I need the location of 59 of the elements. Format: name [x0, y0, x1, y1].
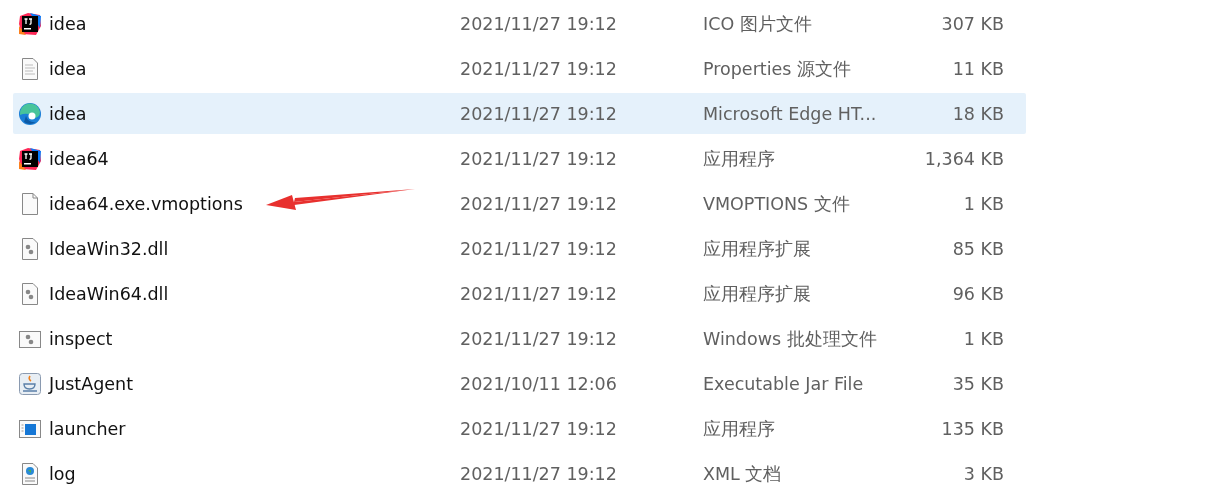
modified-date: 2021/11/27 19:12 [460, 148, 617, 169]
file-name: log [49, 463, 76, 484]
file-row[interactable]: IdeaWin64.dll 2021/11/27 19:12 应用程序扩展 96 KB [13, 273, 1026, 314]
file-row[interactable]: log 2021/11/27 19:12 XML 文档 3 KB [13, 453, 1026, 494]
file-size: 3 KB [963, 463, 1004, 484]
file-row[interactable]: idea 2021/11/27 19:12 Microsoft Edge HT... 18 KB [13, 93, 1026, 134]
file-size: 1,364 KB [924, 148, 1004, 169]
file-type: Windows 批处理文件 [703, 327, 877, 351]
intellij-icon [18, 11, 42, 36]
file-name: idea [49, 58, 87, 79]
modified-date: 2021/11/27 19:12 [460, 418, 617, 439]
file-name: idea64.exe.vmoptions [49, 193, 243, 214]
file-row[interactable]: JustAgent 2021/10/11 12:06 Executable Jar File 35 KB [13, 363, 1026, 404]
file-size: 1 KB [963, 328, 1004, 349]
file-row[interactable]: idea64.exe.vmoptions 2021/11/27 19:12 VMOPTIONS 文件 1 KB [13, 183, 1026, 224]
modified-date: 2021/11/27 19:12 [460, 238, 617, 259]
java-cup-icon [18, 371, 42, 396]
modified-date: 2021/11/27 19:12 [460, 58, 617, 79]
modified-date: 2021/11/27 19:12 [460, 193, 617, 214]
file-type: XML 文档 [703, 462, 782, 486]
file-name: IdeaWin32.dll [49, 238, 169, 259]
file-type: 应用程序 [703, 417, 775, 441]
file-name: launcher [49, 418, 126, 439]
file-type: 应用程序扩展 [703, 282, 811, 306]
file-name: idea [49, 13, 87, 34]
file-size: 135 KB [941, 418, 1004, 439]
file-type: ICO 图片文件 [703, 12, 812, 36]
file-row[interactable]: idea64 2021/11/27 19:12 应用程序 1,364 KB [13, 138, 1026, 179]
modified-date: 2021/11/27 19:12 [460, 13, 617, 34]
file-size: 35 KB [952, 373, 1004, 394]
file-row[interactable]: IdeaWin32.dll 2021/11/27 19:12 应用程序扩展 85 KB [13, 228, 1026, 269]
modified-date: 2021/11/27 19:12 [460, 328, 617, 349]
file-row[interactable]: idea 2021/11/27 19:12 Properties 源文件 11 KB [13, 48, 1026, 89]
file-size: 85 KB [952, 238, 1004, 259]
modified-date: 2021/11/27 19:12 [460, 103, 617, 124]
edge-browser-icon [18, 101, 42, 126]
file-name: idea64 [49, 148, 109, 169]
file-name: IdeaWin64.dll [49, 283, 169, 304]
file-type: 应用程序扩展 [703, 237, 811, 261]
modified-date: 2021/10/11 12:06 [460, 373, 617, 394]
file-name: idea [49, 103, 87, 124]
file-type: Executable Jar File [703, 373, 864, 394]
file-type: Properties 源文件 [703, 57, 851, 81]
modified-date: 2021/11/27 19:12 [460, 283, 617, 304]
file-type: Microsoft Edge HT... [703, 103, 877, 124]
file-size: 11 KB [952, 58, 1004, 79]
file-size: 1 KB [963, 193, 1004, 214]
file-size: 18 KB [952, 103, 1004, 124]
file-row[interactable]: idea 2021/11/27 19:12 ICO 图片文件 307 KB [13, 3, 1026, 44]
file-type: VMOPTIONS 文件 [703, 192, 850, 216]
file-row[interactable]: inspect 2021/11/27 19:12 Windows 批处理文件 1 KB [13, 318, 1026, 359]
modified-date: 2021/11/27 19:12 [460, 463, 617, 484]
file-name: JustAgent [49, 373, 134, 394]
file-row[interactable]: launcher 2021/11/27 19:12 应用程序 135 KB [13, 408, 1026, 449]
file-size: 307 KB [941, 13, 1004, 34]
file-type: 应用程序 [703, 147, 775, 171]
file-size: 96 KB [952, 283, 1004, 304]
intellij-icon [18, 146, 42, 171]
file-name: inspect [49, 328, 113, 349]
